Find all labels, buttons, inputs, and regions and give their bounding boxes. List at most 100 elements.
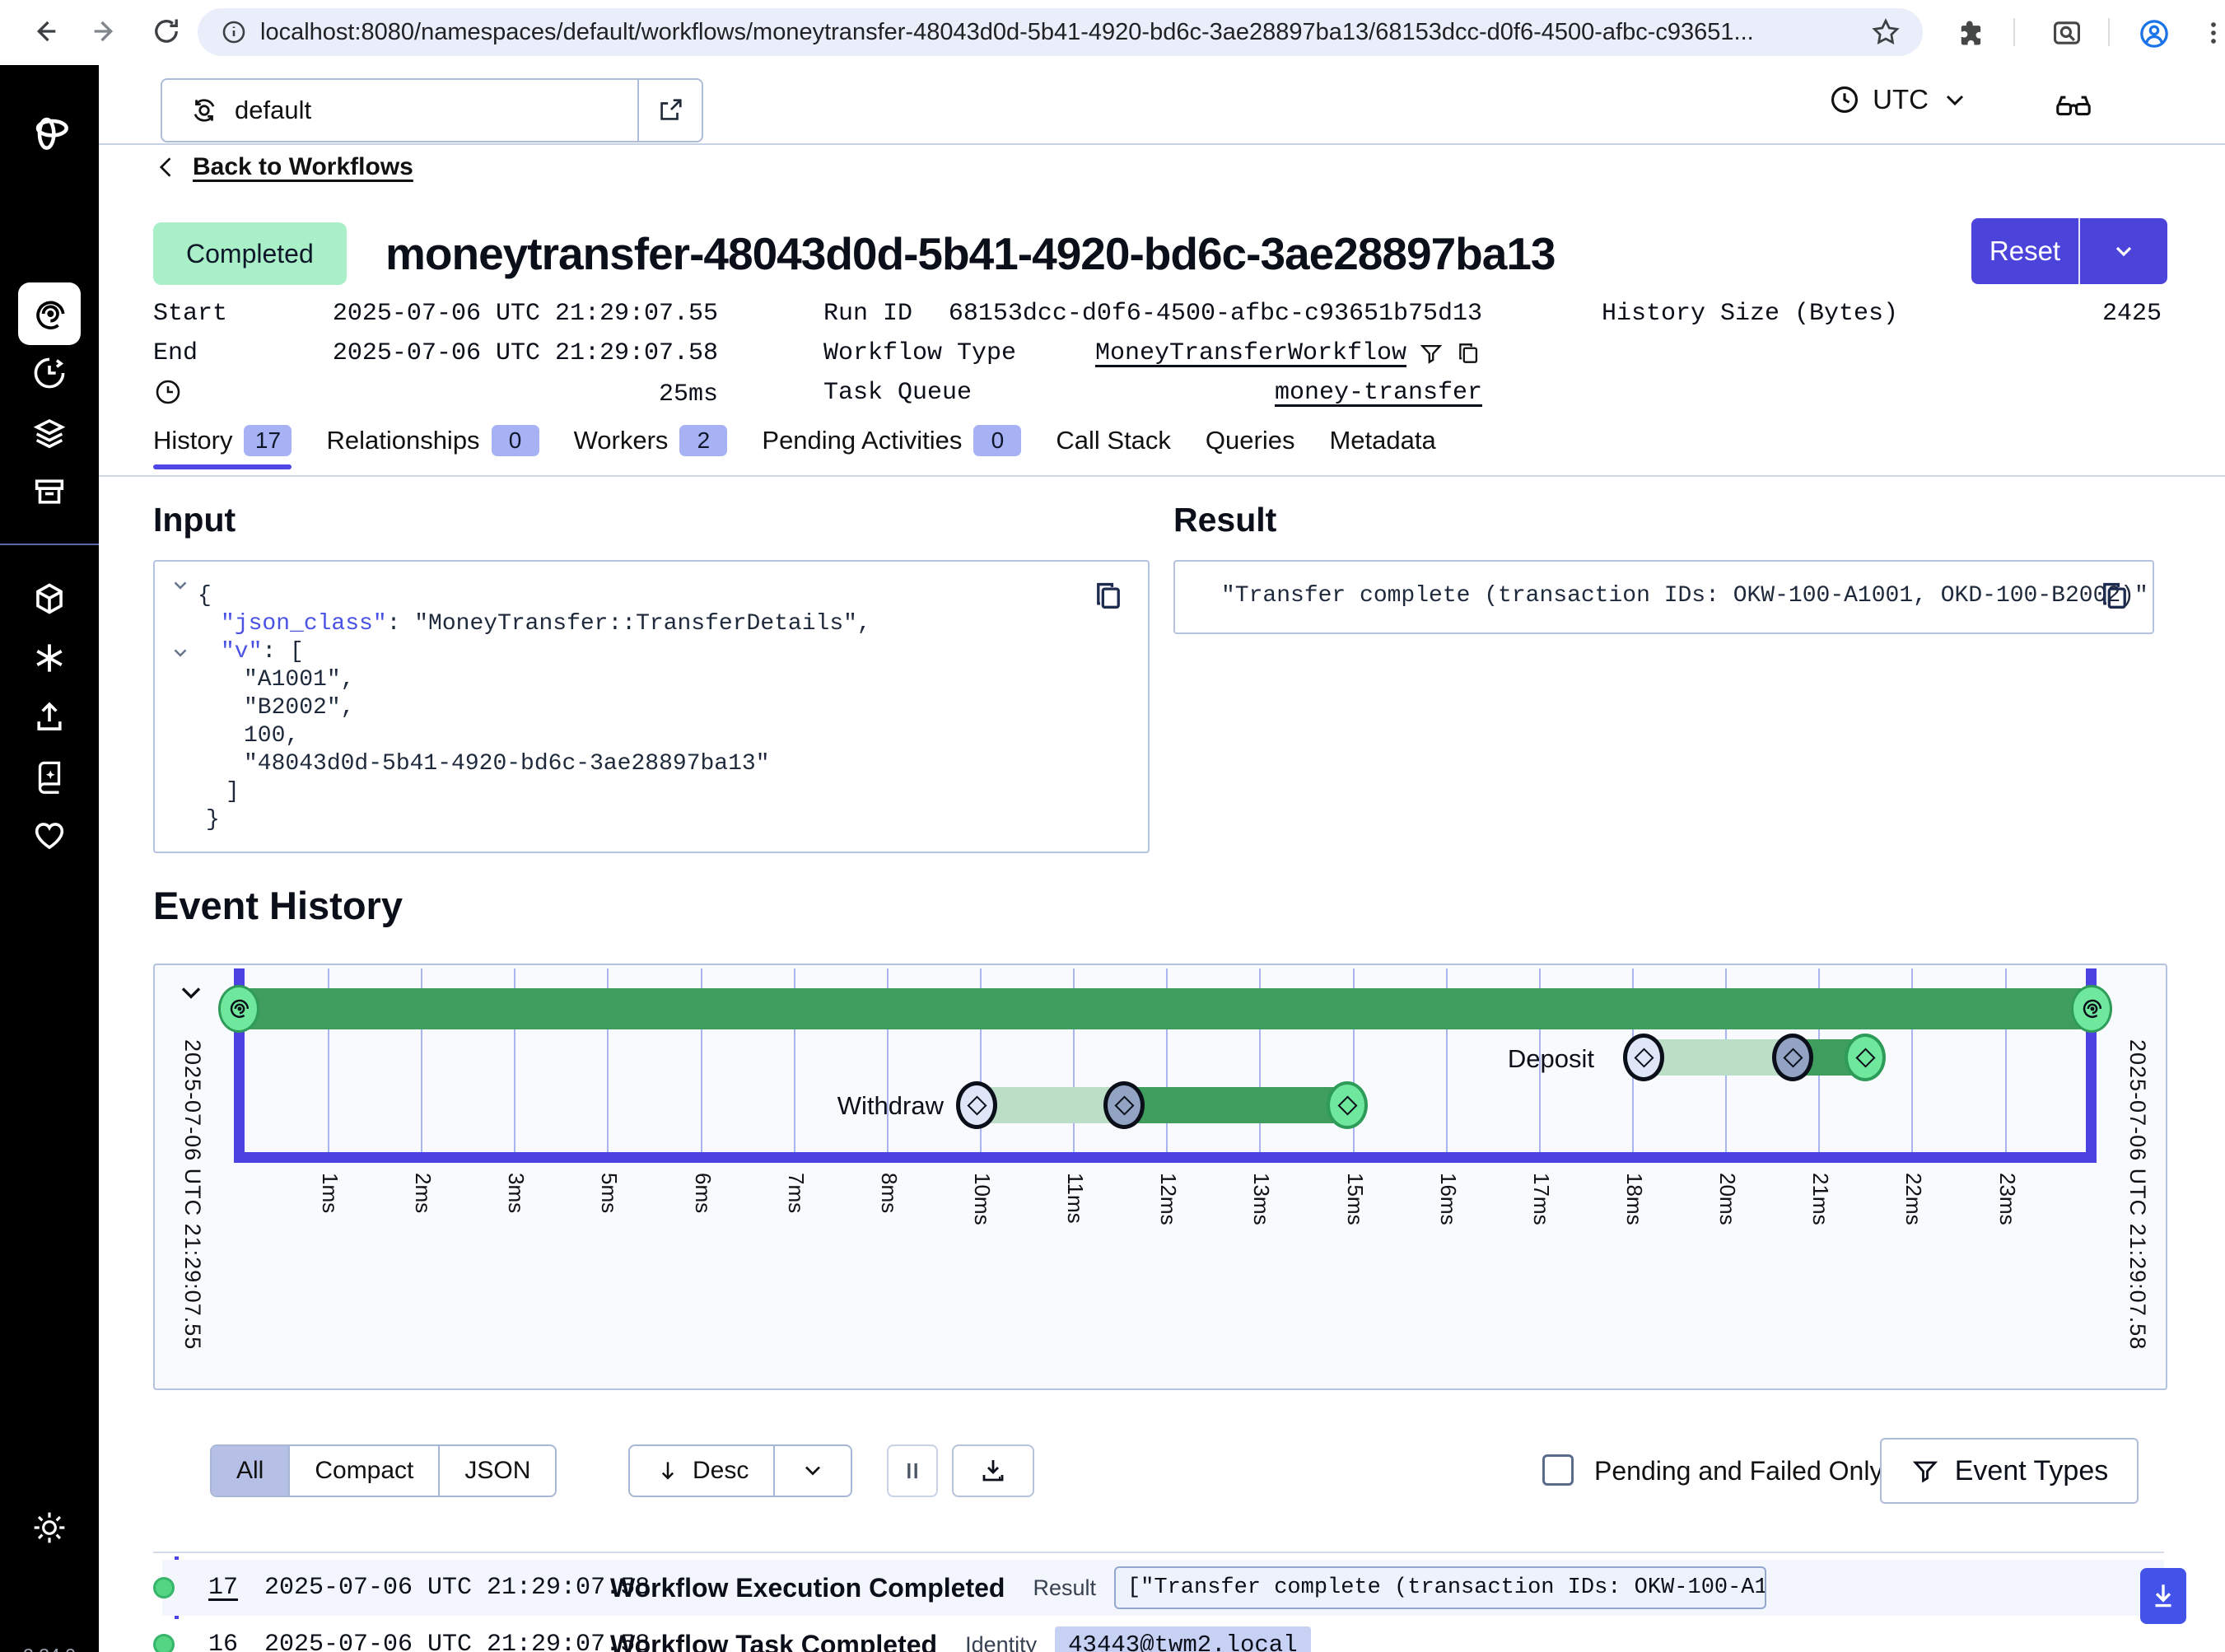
download-button[interactable]: [952, 1444, 1034, 1497]
site-info-icon[interactable]: [219, 17, 249, 47]
pending-failed-checkbox[interactable]: [1542, 1454, 1574, 1486]
back-to-workflows-link[interactable]: Back to Workflows: [153, 153, 413, 181]
browser-back-icon[interactable]: [28, 15, 61, 48]
tab-relationships[interactable]: Relationships 0: [326, 425, 539, 469]
workflow-execution-bar[interactable]: [234, 988, 2092, 1029]
history-size-value: 2425: [1976, 300, 2162, 328]
reset-button[interactable]: Reset: [1971, 218, 2080, 284]
result-heading: Result: [1173, 501, 1276, 539]
timeline-activity-label: Deposit: [1413, 1044, 1594, 1074]
axis-tick: 1ms: [317, 1173, 343, 1213]
sidebar-item-workflows[interactable]: [18, 282, 81, 345]
event-attr-value[interactable]: ["Transfer complete (transaction IDs: OK…: [1114, 1566, 1766, 1609]
scroll-to-bottom-button[interactable]: [2140, 1568, 2186, 1624]
browser-forward-icon[interactable]: [89, 15, 122, 48]
theme-toggle-icon[interactable]: [18, 1496, 81, 1559]
withdraw-completed-marker[interactable]: [1327, 1081, 1368, 1129]
task-queue-link[interactable]: money-transfer: [947, 379, 1482, 407]
withdraw-scheduled-marker[interactable]: [956, 1081, 997, 1129]
deposit-scheduled-bar: [1644, 1039, 1793, 1076]
reset-dropdown-button[interactable]: [2080, 218, 2167, 284]
sidebar-item-schedules[interactable]: [18, 342, 81, 404]
profile-icon[interactable]: [2137, 16, 2171, 51]
event-id-link[interactable]: 16: [208, 1631, 246, 1652]
namespace-selector[interactable]: default: [161, 78, 703, 142]
tab-label: Pending Activities: [762, 426, 962, 455]
workflow-type-link[interactable]: MoneyTransferWorkflow: [1095, 339, 1406, 367]
event-types-label: Event Types: [1955, 1455, 2109, 1487]
namespace-name: default: [235, 96, 311, 125]
sort-desc-button[interactable]: Desc: [630, 1446, 775, 1496]
copy-icon[interactable]: [1092, 580, 1125, 613]
axis-tick: 16ms: [1435, 1173, 1461, 1225]
bookmark-star-icon[interactable]: [1870, 16, 1901, 48]
tab-call-stack[interactable]: Call Stack: [1056, 426, 1171, 469]
namespace-external-link-icon[interactable]: [637, 80, 702, 141]
timezone-selector[interactable]: UTC: [1828, 83, 1970, 116]
collapse-icon[interactable]: [170, 642, 191, 664]
filter-icon[interactable]: [1418, 340, 1444, 366]
axis-tick: 8ms: [876, 1173, 902, 1213]
browser-reload-icon[interactable]: [150, 15, 183, 48]
tab-queries[interactable]: Queries: [1206, 426, 1295, 469]
tab-label: Relationships: [326, 426, 479, 455]
timezone-label: UTC: [1873, 84, 1929, 115]
axis-tick: 3ms: [503, 1173, 529, 1213]
sort-dropdown-button[interactable]: [775, 1446, 851, 1496]
deposit-completed-marker[interactable]: [1845, 1034, 1886, 1081]
sidebar-item-deployments[interactable]: [18, 401, 81, 464]
event-timestamp: 2025-07-06 UTC 21:29:07.58: [264, 1574, 590, 1602]
toolbar-divider: [2013, 18, 2015, 46]
tab-history[interactable]: History 17: [153, 425, 292, 469]
temporal-logo-icon[interactable]: [18, 100, 81, 162]
sidebar-divider: [0, 544, 99, 545]
workflow-tabs: History 17 Relationships 0 Workers 2 Pen…: [153, 425, 1436, 469]
deposit-started-marker[interactable]: [1772, 1034, 1813, 1081]
copy-icon[interactable]: [1456, 340, 1482, 366]
tab-label: Call Stack: [1056, 426, 1171, 455]
tab-search-icon[interactable]: [2050, 16, 2083, 49]
event-types-button[interactable]: Event Types: [1880, 1438, 2139, 1504]
browser-menu-icon[interactable]: [2197, 16, 2225, 49]
duration-value: 25ms: [329, 380, 718, 408]
axis-tick: 7ms: [783, 1173, 809, 1213]
run-id-label: Run ID: [823, 300, 912, 328]
sidebar-item-import-export[interactable]: [18, 686, 81, 749]
json-line: {: [198, 583, 212, 609]
view-all-button[interactable]: All: [212, 1446, 290, 1496]
tab-label: Queries: [1206, 426, 1295, 455]
tab-label: History: [153, 426, 232, 455]
view-compact-button[interactable]: Compact: [290, 1446, 440, 1496]
pause-button[interactable]: [887, 1444, 938, 1497]
duration-clock-icon: [153, 377, 183, 407]
sidebar-item-asterisk[interactable]: [18, 627, 81, 689]
input-heading: Input: [153, 501, 236, 539]
browser-chrome: localhost:8080/namespaces/default/workfl…: [0, 0, 2225, 66]
tab-metadata[interactable]: Metadata: [1329, 426, 1435, 469]
sidebar-item-docs[interactable]: [18, 745, 81, 808]
workflow-end-marker[interactable]: [2071, 985, 2112, 1033]
tab-count-badge: 0: [973, 425, 1021, 456]
address-bar[interactable]: localhost:8080/namespaces/default/workfl…: [198, 8, 1923, 56]
tab-workers[interactable]: Workers 2: [574, 425, 728, 469]
timeline-collapse-icon[interactable]: [175, 977, 208, 1010]
sidebar-item-nexus-cube[interactable]: [18, 567, 81, 630]
tab-count-badge: 2: [679, 425, 727, 456]
sidebar-item-feedback-heart[interactable]: [18, 805, 81, 867]
withdraw-started-marker[interactable]: [1103, 1081, 1145, 1129]
tabs-divider: [99, 475, 2225, 477]
extensions-icon[interactable]: [1955, 16, 1988, 49]
end-label: End: [153, 339, 198, 367]
labs-glasses-icon[interactable]: [2054, 86, 2093, 126]
deposit-scheduled-marker[interactable]: [1623, 1034, 1664, 1081]
collapse-icon[interactable]: [170, 575, 191, 596]
tab-pending-activities[interactable]: Pending Activities 0: [762, 425, 1021, 469]
copy-icon[interactable]: [2098, 580, 2131, 613]
sidebar-item-archive[interactable]: [18, 460, 81, 523]
event-id-link[interactable]: 17: [208, 1574, 246, 1602]
event-row[interactable]: 17 2025-07-06 UTC 21:29:07.58 Workflow E…: [162, 1560, 2164, 1616]
workflow-start-marker[interactable]: [218, 985, 259, 1033]
view-mode-segmented: All Compact JSON: [210, 1444, 557, 1497]
view-json-button[interactable]: JSON: [440, 1446, 555, 1496]
event-row[interactable]: 16 2025-07-06 UTC 21:29:07.58 Workflow T…: [162, 1619, 2164, 1652]
